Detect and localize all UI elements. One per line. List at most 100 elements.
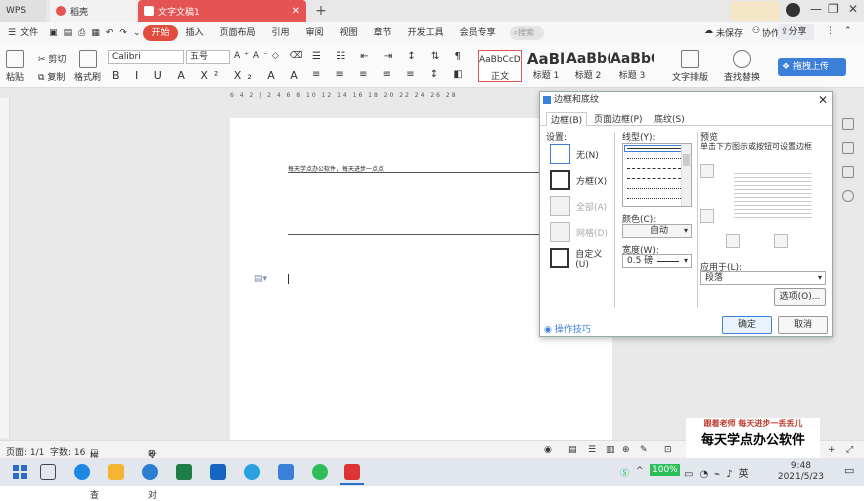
tray-app-icon[interactable]: Ⓢ xyxy=(620,466,629,479)
avatar[interactable] xyxy=(786,3,800,17)
outline-view-icon[interactable]: ☰ xyxy=(588,445,596,455)
line-dotted[interactable] xyxy=(627,158,681,159)
chevron-up-icon[interactable]: ^ xyxy=(636,466,644,476)
border-top-button[interactable] xyxy=(700,164,714,178)
setting-none[interactable]: 无(N) xyxy=(550,143,614,165)
cloud-app-icon[interactable] xyxy=(278,464,294,480)
sidebar-settings-icon[interactable] xyxy=(842,166,854,178)
menu-member[interactable]: 会员专享 xyxy=(452,25,504,41)
menu-review[interactable]: 审阅 xyxy=(298,25,332,41)
tray-icons[interactable]: ▭◔⌁♪英 xyxy=(684,465,755,480)
more-options-icon[interactable]: ⋮ xyxy=(826,26,835,36)
reading-view-icon[interactable]: ▥ xyxy=(606,445,615,455)
minimize-icon[interactable]: — xyxy=(810,2,822,16)
redo-icon[interactable]: ↷ xyxy=(116,25,130,41)
tab-document[interactable]: 文字文稿1 ✕ xyxy=(138,0,306,22)
save-icon[interactable]: ▣ xyxy=(46,25,61,41)
fullscreen-icon[interactable]: ⤢ xyxy=(846,445,853,455)
text-format-group[interactable]: B I U A X² X₂ A A xyxy=(112,69,304,82)
tab-daoke[interactable]: 稻壳 xyxy=(50,0,136,22)
write-view-icon[interactable]: ✎ xyxy=(640,445,648,455)
line-long-dashed[interactable] xyxy=(627,178,681,179)
browser-icon[interactable] xyxy=(244,464,260,480)
search-input[interactable]: ⌕搜索 xyxy=(509,26,544,40)
word-count[interactable]: 字数: 16 xyxy=(50,445,85,458)
print-icon[interactable]: ⎙ xyxy=(75,25,88,41)
find-replace-button[interactable]: 查找替换 xyxy=(724,50,760,83)
font-size-controls[interactable]: A⁺A⁻◇ ⌫ xyxy=(234,51,306,61)
notification-icon[interactable]: ▭ xyxy=(844,464,854,477)
preview-icon[interactable]: ▦ xyxy=(88,25,103,41)
sidebar-edit-icon[interactable] xyxy=(842,118,854,130)
share-button[interactable]: ⇪分享 xyxy=(778,24,814,40)
cloud-upload-button[interactable]: ❖ 拖拽上传 xyxy=(778,58,846,76)
close-window-icon[interactable]: ✕ xyxy=(848,2,858,16)
format-painter-button[interactable]: 格式刷 xyxy=(74,50,101,83)
page-view-icon[interactable]: ▤ xyxy=(568,445,577,455)
close-icon[interactable]: ✕ xyxy=(292,6,300,17)
battery-indicator[interactable]: 100% xyxy=(650,464,680,476)
tab-borders[interactable]: 边框(B) xyxy=(546,112,588,126)
new-tab-button[interactable]: + xyxy=(312,3,330,19)
hamburger-icon[interactable]: ☰ xyxy=(0,25,20,41)
tips-link[interactable]: ◉ 操作技巧 xyxy=(544,322,591,335)
wechat-icon[interactable] xyxy=(312,464,328,480)
undo-icon[interactable]: ↶ xyxy=(103,25,117,41)
zoom-icon[interactable]: ⊡ xyxy=(664,445,672,455)
sidebar-cursor-icon[interactable] xyxy=(842,142,854,154)
setting-custom[interactable]: 自定义(U) xyxy=(550,247,614,270)
text-layout-button[interactable]: 文字排版 xyxy=(672,50,708,83)
preview-area[interactable] xyxy=(734,170,812,218)
more-icon[interactable]: ⌄ xyxy=(130,25,144,41)
width-select[interactable]: 0.5 磅 ▾ xyxy=(622,254,692,268)
menu-file[interactable]: 文件 xyxy=(20,25,46,41)
color-select[interactable]: 自动 ▾ xyxy=(622,224,692,238)
collapse-ribbon-icon[interactable]: ⌃ xyxy=(844,26,852,36)
list-group[interactable]: ☰ ☷ ⇤ ⇥ ↕ ⇅ ¶ xyxy=(312,51,467,62)
options-button[interactable]: 选项(O)... xyxy=(774,288,826,306)
setting-box[interactable]: 方框(X) xyxy=(550,169,614,191)
menu-references[interactable]: 引用 xyxy=(264,25,298,41)
tab-wps[interactable]: WPS xyxy=(0,0,46,22)
border-left-button[interactable] xyxy=(726,234,740,248)
paste-options-icon[interactable]: ▤▾ xyxy=(254,274,267,284)
line-dash-dot[interactable] xyxy=(627,188,681,189)
open-icon[interactable]: ▤ xyxy=(61,25,76,41)
cancel-button[interactable]: 取消 xyxy=(778,316,828,334)
file-explorer-icon[interactable] xyxy=(108,464,124,480)
menu-home[interactable]: 开始 xyxy=(143,25,178,41)
wps-taskbar-icon[interactable] xyxy=(344,464,360,480)
task-view-icon[interactable] xyxy=(40,464,56,480)
menu-insert[interactable]: 插入 xyxy=(178,25,212,41)
menu-developer[interactable]: 开发工具 xyxy=(400,25,452,41)
style-heading-3[interactable]: AaBbC 标题 3 xyxy=(610,50,654,82)
sidebar-help-icon[interactable] xyxy=(842,190,854,202)
copy-button[interactable]: ⧉ 复制 xyxy=(38,70,65,83)
edge-browser-icon[interactable] xyxy=(74,464,90,480)
font-size-select[interactable]: 五号 xyxy=(186,50,230,64)
border-bottom-button[interactable] xyxy=(700,209,714,223)
line-dashed[interactable] xyxy=(627,168,681,169)
menu-view[interactable]: 视图 xyxy=(332,25,366,41)
dialog-close-icon[interactable]: ✕ xyxy=(818,93,828,107)
font-name-select[interactable]: Calibri xyxy=(108,50,184,64)
tab-page-borders[interactable]: 页面边框(P) xyxy=(590,112,646,126)
scroll-thumb[interactable] xyxy=(683,154,690,166)
tab-shading[interactable]: 底纹(S) xyxy=(650,112,689,126)
border-right-button[interactable] xyxy=(774,234,788,248)
line-solid[interactable] xyxy=(624,145,684,152)
align-group[interactable]: ≡ ≡ ≡ ≡ ≡ ↕ ◧ ▦ xyxy=(312,69,493,80)
web-view-icon[interactable]: ⊕ xyxy=(622,445,630,455)
excel-icon[interactable] xyxy=(176,464,192,480)
style-normal[interactable]: AaBbCcDd 正文 xyxy=(478,50,522,82)
menu-chapter[interactable]: 章节 xyxy=(366,25,400,41)
clock[interactable]: 9:48 2021/5/23 xyxy=(778,461,824,483)
unsaved-status[interactable]: 未保存 xyxy=(716,26,743,39)
app-l-icon[interactable] xyxy=(142,464,158,480)
menu-page-layout[interactable]: 页面布局 xyxy=(212,25,264,41)
eye-icon[interactable]: ◉ xyxy=(544,445,552,455)
cut-button[interactable]: ✂ 剪切 xyxy=(38,52,66,65)
apply-to-select[interactable]: 段落 ▾ xyxy=(700,271,826,285)
zoom-in-icon[interactable]: + xyxy=(828,445,836,455)
page-count[interactable]: 页面: 1/1 xyxy=(6,445,44,458)
